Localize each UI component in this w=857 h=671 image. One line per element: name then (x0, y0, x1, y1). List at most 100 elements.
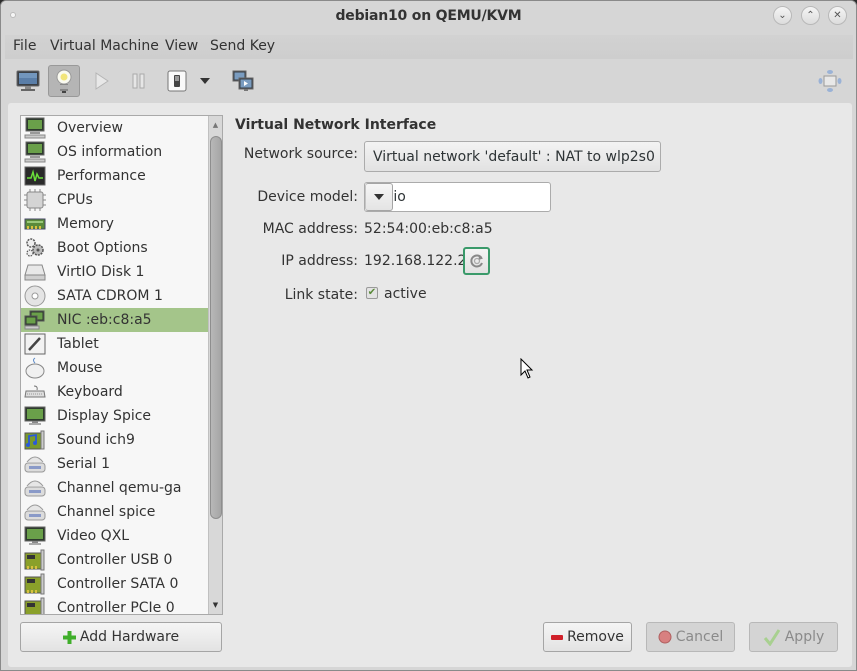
hardware-list-item-label: Tablet (57, 336, 99, 352)
link-state-checkbox[interactable]: ✔ (366, 287, 378, 299)
snapshots-icon (232, 70, 254, 91)
controller-icon (24, 597, 46, 614)
dropdown-arrow-icon (374, 194, 384, 200)
hardware-list-item[interactable]: Controller PCIe 0 (21, 596, 209, 615)
refresh-ip-button[interactable] (463, 247, 490, 275)
network-source-label: Network source: (243, 146, 358, 162)
device-model-combo[interactable]: virtio (364, 182, 551, 212)
hardware-list-item-label: Serial 1 (57, 456, 110, 472)
cdrom-icon (24, 285, 46, 307)
hardware-list-item[interactable]: Sound ich9 (21, 428, 209, 452)
hardware-list-item[interactable]: Boot Options (21, 236, 209, 260)
hardware-list-item[interactable]: CPUs (21, 188, 209, 212)
display-icon (24, 525, 46, 547)
remove-label: Remove (567, 629, 624, 645)
stop-icon (658, 630, 672, 644)
hardware-list-item[interactable]: Memory (21, 212, 209, 236)
apply-label: Apply (784, 629, 825, 645)
display-icon (24, 405, 46, 427)
hardware-list-item[interactable]: Display Spice (21, 404, 209, 428)
hardware-list-item[interactable]: SATA CDROM 1 (21, 284, 209, 308)
snapshots-button[interactable] (227, 65, 259, 97)
mac-address-label: MAC address: (262, 221, 358, 237)
cancel-button[interactable]: Cancel (646, 622, 735, 652)
hardware-list-item-label: Memory (57, 216, 114, 232)
checkmark-icon (763, 629, 780, 646)
hardware-list-item[interactable]: Overview (21, 116, 209, 140)
serial-icon (24, 477, 46, 499)
add-hardware-label: Add Hardware (79, 629, 180, 645)
mouse-cursor-icon (520, 358, 534, 379)
hardware-list-item[interactable]: NIC :eb:c8:a5 (21, 308, 209, 332)
hardware-list-item[interactable]: Performance (21, 164, 209, 188)
close-icon: ✕ (833, 10, 842, 21)
gears-icon (24, 237, 46, 259)
hardware-list[interactable]: Controller PCIe 0 Controller SATA 0 Contro… (20, 115, 223, 615)
cpu-icon (24, 189, 46, 211)
memory-icon (24, 213, 46, 235)
controller-icon (24, 573, 46, 595)
hardware-list-item-label: Channel qemu-ga (57, 480, 182, 496)
maximize-button[interactable]: ⌃ (801, 6, 820, 25)
scroll-up-arrow[interactable]: ▲ (209, 118, 222, 132)
remove-button[interactable]: Remove (543, 622, 632, 652)
details-button[interactable] (48, 65, 80, 97)
console-button[interactable] (12, 65, 44, 97)
hardware-list-item[interactable]: Mouse (21, 356, 209, 380)
hardware-list-item-label: Channel spice (57, 504, 156, 520)
tablet-icon (24, 333, 46, 355)
hardware-list-item[interactable]: Channel spice (21, 500, 209, 524)
scroll-down-arrow[interactable]: ▼ (209, 598, 222, 612)
dropdown-arrow-icon (200, 78, 210, 84)
fullscreen-icon (818, 70, 842, 92)
shutdown-button[interactable] (161, 65, 193, 97)
hardware-list-item[interactable]: Tablet (21, 332, 209, 356)
shutdown-menu-button[interactable] (195, 65, 215, 97)
computer-icon (24, 117, 46, 139)
hardware-list-item[interactable]: Channel qemu-ga (21, 476, 209, 500)
menu-view[interactable]: View (165, 38, 198, 54)
hardware-list-item-label: Sound ich9 (57, 432, 135, 448)
device-model-label: Device model: (257, 189, 358, 205)
close-button[interactable]: ✕ (828, 6, 847, 25)
menu-file[interactable]: File (13, 38, 36, 54)
hardware-list-item[interactable]: VirtIO Disk 1 (21, 260, 209, 284)
network-source-combo[interactable]: Virtual network 'default' : NAT to wlp2s… (364, 141, 661, 172)
hardware-list-item-label: Overview (57, 120, 123, 136)
sound-icon (24, 429, 46, 451)
computer-icon (24, 141, 46, 163)
hardware-list-item-label: Display Spice (57, 408, 152, 424)
hardware-list-item-label: Performance (57, 168, 146, 184)
scroll-thumb[interactable] (210, 136, 222, 519)
fullscreen-button[interactable] (814, 65, 846, 97)
performance-icon (24, 165, 46, 187)
cancel-label: Cancel (675, 629, 724, 645)
hardware-list-item[interactable]: Video QXL (21, 524, 209, 548)
hardware-list-item[interactable]: Serial 1 (21, 452, 209, 476)
hardware-list-item-label: Controller PCIe 0 (57, 600, 175, 615)
hardware-list-item[interactable]: Controller USB 0 (21, 548, 209, 572)
menu-send-key[interactable]: Send Key (210, 38, 275, 54)
network-icon (24, 309, 46, 331)
minimize-button[interactable]: ⌄ (773, 6, 792, 25)
link-state-label: Link state: (284, 287, 358, 303)
controller-icon (24, 549, 46, 571)
pause-button[interactable] (123, 65, 155, 97)
menu-virtual-machine[interactable]: Virtual Machine (50, 38, 159, 54)
add-hardware-button[interactable]: Add Hardware (20, 622, 222, 652)
link-state-value[interactable]: active (384, 286, 427, 302)
device-model-dropdown-button[interactable] (365, 183, 393, 211)
hardware-list-item[interactable]: OS information (21, 140, 209, 164)
power-switch-icon (167, 70, 187, 92)
chevron-down-icon: ⌄ (778, 10, 787, 21)
title-bar[interactable]: debian10 on QEMU/KVM ⌄ ⌃ ✕ (1, 1, 856, 33)
hardware-list-item[interactable]: Controller SATA 0 (21, 572, 209, 596)
ip-address-value: 192.168.122.2 (364, 253, 467, 269)
virt-manager-window: debian10 on QEMU/KVM ⌄ ⌃ ✕ File Virtual … (0, 0, 857, 671)
hardware-list-item-label: Controller USB 0 (57, 552, 173, 568)
lightbulb-icon (56, 69, 72, 93)
apply-button[interactable]: Apply (749, 622, 838, 652)
hardware-list-scrollbar[interactable]: ▲ ▼ (208, 116, 222, 614)
hardware-list-item[interactable]: Keyboard (21, 380, 209, 404)
run-button[interactable] (86, 65, 118, 97)
